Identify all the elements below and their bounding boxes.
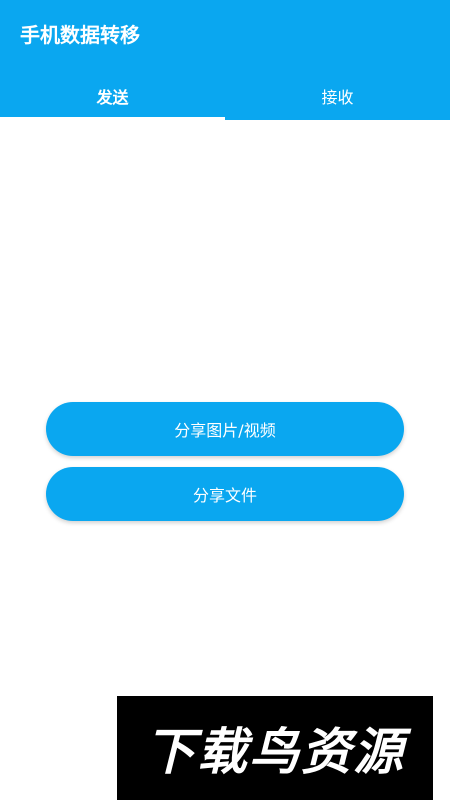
tab-receive[interactable]: 接收	[225, 74, 450, 120]
watermark-text: 下载鸟资源	[145, 723, 405, 781]
app-bar: 手机数据转移 发送 接收	[0, 0, 450, 120]
tab-bar: 发送 接收	[0, 74, 450, 120]
app-title: 手机数据转移	[20, 23, 140, 47]
tab-send[interactable]: 发送	[0, 74, 225, 120]
share-file-button[interactable]: 分享文件	[46, 467, 404, 521]
watermark-banner: 下载鸟资源	[117, 696, 433, 800]
share-media-button[interactable]: 分享图片/视频	[46, 402, 404, 456]
tab-receive-label: 接收	[321, 88, 354, 107]
tab-send-label: 发送	[96, 88, 129, 107]
share-media-button-label: 分享图片/视频	[174, 421, 276, 440]
share-file-button-label: 分享文件	[192, 486, 257, 505]
